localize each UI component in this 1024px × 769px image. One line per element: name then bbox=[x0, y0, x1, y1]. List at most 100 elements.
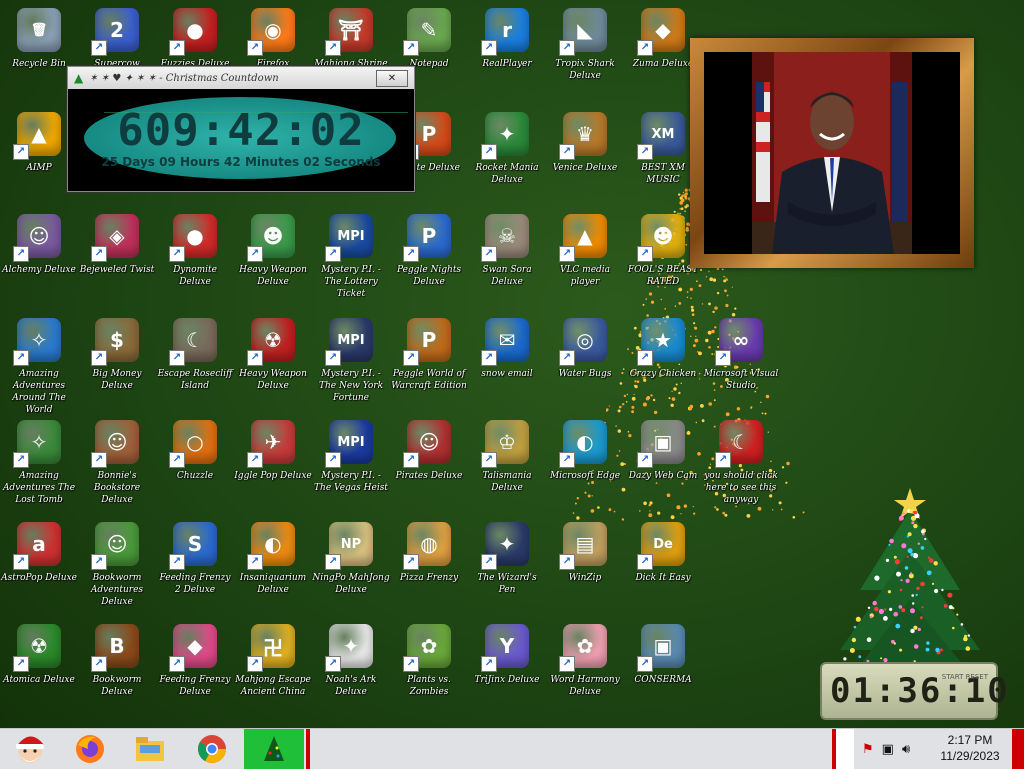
desktop-icon[interactable]: ☢ ↗ Heavy Weapon Deluxe bbox=[234, 316, 312, 392]
desktop-icon[interactable]: ◣ ↗ Tropix Shark Deluxe bbox=[546, 6, 624, 82]
sparkle-dot bbox=[660, 298, 663, 301]
desktop-icon[interactable]: r ↗ RealPlayer bbox=[468, 6, 546, 70]
countdown-titlebar[interactable]: ▲ ✶ ✶ ♥ ✦ ✶ ✶ - Christmas Countdown ✕ bbox=[68, 67, 414, 89]
desktop-icon[interactable]: NP ↗ NingPo MahJong Deluxe bbox=[312, 520, 390, 596]
desktop-icon[interactable]: ☠ ↗ Swan Sora Deluxe bbox=[468, 212, 546, 288]
shortcut-arrow-icon: ↗ bbox=[403, 246, 419, 262]
shortcut-arrow-icon: ↗ bbox=[13, 554, 29, 570]
bonnie-icon: ☺ ↗ bbox=[91, 420, 139, 468]
desktop-icon-label: The Wizard's Pen bbox=[477, 573, 537, 595]
desktop-icon[interactable]: ● ↗ Fuzzies Deluxe bbox=[156, 6, 234, 70]
desktop-icon-label: Word Harmony Deluxe bbox=[550, 675, 620, 697]
sparkle-dot bbox=[622, 403, 625, 406]
shortcut-arrow-icon: ↗ bbox=[559, 452, 575, 468]
desktop-icon[interactable]: De ↗ Dick It Easy bbox=[624, 520, 702, 584]
desktop-icon[interactable]: ∞ ↗ Microsoft Visual Studio bbox=[702, 316, 780, 392]
desktop-icon[interactable]: ☾ ↗ Escape Rosecliff Island bbox=[156, 316, 234, 392]
desktop-icon[interactable]: ○ ↗ Chuzzle bbox=[156, 418, 234, 482]
desktop-icon[interactable]: ◎ ↗ Water Bugs bbox=[546, 316, 624, 380]
shortcut-arrow-icon: ↗ bbox=[637, 144, 653, 160]
desktop-icon[interactable]: MPI ↗ Mystery P.I. - The Lottery Ticket bbox=[312, 212, 390, 300]
desktop-icon[interactable]: ▣ ↗ CONSERMA bbox=[624, 622, 702, 686]
desktop-icon[interactable]: S ↗ Feeding Frenzy 2 Deluxe bbox=[156, 520, 234, 596]
desktop-icon[interactable]: ▣ ↗ Dazy Web Cam bbox=[624, 418, 702, 482]
desktop-icon[interactable]: ☺ ↗ Alchemy Deluxe bbox=[0, 212, 78, 276]
desktop-icon[interactable]: a ↗ AstroPop Deluxe bbox=[0, 520, 78, 584]
desktop-icon[interactable]: ☺ ↗ Bookworm Adventures Deluxe bbox=[78, 520, 156, 608]
desktop-icon[interactable]: ☾ ↗ you should click here to see this anyw… bbox=[702, 418, 780, 506]
dragon-icon: ☾ ↗ bbox=[715, 420, 763, 468]
desktop-icon[interactable]: 卍 ↗ Mahjong Escape Ancient China bbox=[234, 622, 312, 698]
desktop-icon[interactable]: Y ↗ TriJinx Deluxe bbox=[468, 622, 546, 686]
security-flag-icon[interactable]: ⚑ bbox=[862, 742, 874, 757]
desktop-icon[interactable]: ♔ ↗ Talismania Deluxe bbox=[468, 418, 546, 494]
shortcut-arrow-icon: ↗ bbox=[403, 452, 419, 468]
timer-controls-label[interactable]: START RESET bbox=[942, 672, 988, 682]
desktop-icon[interactable]: MPI ↗ Mystery P.I. - The New York Fortune bbox=[312, 316, 390, 404]
desktop-icon[interactable]: ✉ ↗ snow email bbox=[468, 316, 546, 380]
sparkle-dot bbox=[634, 380, 637, 383]
desktop-icon[interactable]: ◉ ↗ Firefox bbox=[234, 6, 312, 70]
desktop-icon[interactable]: ✎ ↗ Notepad bbox=[390, 6, 468, 70]
taskbar-firefox[interactable] bbox=[60, 729, 120, 769]
sparkle-dot bbox=[708, 302, 711, 306]
desktop-icon[interactable]: MPI ↗ Mystery P.I. - The Vegas Heist bbox=[312, 418, 390, 494]
desktop-icon[interactable]: B ↗ Bookworm Deluxe bbox=[78, 622, 156, 698]
countdown-window[interactable]: ▲ ✶ ✶ ♥ ✦ ✶ ✶ - Christmas Countdown ✕ 60… bbox=[67, 66, 415, 192]
desktop-icon[interactable]: ☺ ↗ Pirates Deluxe bbox=[390, 418, 468, 482]
desktop-icon[interactable]: P ↗ Peggle World of Warcraft Edition bbox=[390, 316, 468, 392]
sparkle-dot bbox=[597, 506, 600, 509]
desktop-icon[interactable]: 🗑 Recycle Bin bbox=[0, 6, 78, 70]
tree-light bbox=[920, 581, 925, 587]
sparkle-dot bbox=[639, 510, 641, 512]
desktop-icon[interactable]: ▤ ↗ WinZip bbox=[546, 520, 624, 584]
desktop-icon[interactable]: ◆ ↗ Feeding Frenzy Deluxe bbox=[156, 622, 234, 698]
sparkle-dot bbox=[713, 399, 716, 402]
desktop-icon[interactable]: ✦ ↗ Noah's Ark Deluxe bbox=[312, 622, 390, 698]
desktop-icon[interactable]: ✧ ↗ Amazing Adventures The Lost Tomb bbox=[0, 418, 78, 506]
tree-light bbox=[952, 626, 955, 630]
network-icon[interactable]: ▣ bbox=[882, 742, 894, 757]
desktop-icon[interactable]: ◍ ↗ Pizza Frenzy bbox=[390, 520, 468, 584]
desktop-icon[interactable]: ★ ↗ Crazy Chicken bbox=[624, 316, 702, 380]
desktop-icon[interactable]: ☺ ↗ Bonnie's Bookstore Deluxe bbox=[78, 418, 156, 506]
desktop-icon[interactable]: $ ↗ Big Money Deluxe bbox=[78, 316, 156, 392]
desktop-icon[interactable]: ✿ ↗ Plants vs. Zombies bbox=[390, 622, 468, 698]
desktop-icon[interactable]: ● ↗ Dynomite Deluxe bbox=[156, 212, 234, 288]
photo-frame-widget[interactable] bbox=[690, 38, 974, 268]
iggle-pop-icon: ✈ ↗ bbox=[247, 420, 295, 468]
desktop-icon[interactable]: P ↗ Peggle Nights Deluxe bbox=[390, 212, 468, 288]
desktop-icon[interactable]: ⛩ ↗ Mahjong Shrine bbox=[312, 6, 390, 70]
sparkle-dot bbox=[678, 302, 682, 305]
shortcut-arrow-icon: ↗ bbox=[325, 656, 341, 672]
desktop-icon[interactable]: ◈ ↗ Bejeweled Twist bbox=[78, 212, 156, 276]
desktop-icon[interactable]: ▲ ↗ VLC media player bbox=[546, 212, 624, 288]
taskbar-file-explorer[interactable] bbox=[120, 729, 180, 769]
desktop-icon[interactable]: ☻ ↗ Heavy Weapon Deluxe bbox=[234, 212, 312, 288]
tree-light bbox=[927, 556, 930, 559]
desktop-icon[interactable]: ☢ ↗ Atomica Deluxe bbox=[0, 622, 78, 686]
taskbar-christmas-app[interactable] bbox=[244, 729, 304, 769]
taskbar-chrome[interactable] bbox=[182, 729, 242, 769]
gnome-icon: ☻ ↗ bbox=[247, 214, 295, 262]
tree-light bbox=[921, 606, 924, 609]
desktop-icon[interactable]: ✈ ↗ Iggle Pop Deluxe bbox=[234, 418, 312, 482]
sparkle-dot bbox=[721, 268, 724, 271]
speaker-icon[interactable]: 🔊︎ bbox=[902, 742, 910, 757]
show-desktop-button[interactable] bbox=[1012, 729, 1024, 769]
desktop-icon[interactable]: ◐ ↗ Microsoft Edge bbox=[546, 418, 624, 482]
pvz-icon: ✿ ↗ bbox=[403, 624, 451, 672]
christmas-timer-display[interactable]: 01:36:10 START RESET bbox=[820, 662, 1008, 720]
desktop-icon[interactable]: ◐ ↗ Insaniquarium Deluxe bbox=[234, 520, 312, 596]
taskbar-clock[interactable]: 2:17 PM 11/29/2023 bbox=[938, 732, 1002, 764]
sparkle-dot bbox=[626, 393, 629, 396]
sparkle-dot bbox=[619, 382, 623, 385]
desktop-icon[interactable]: ✧ ↗ Amazing Adventures Around The World bbox=[0, 316, 78, 416]
desktop-icon[interactable]: ✦ ↗ The Wizard's Pen bbox=[468, 520, 546, 596]
desktop-icon[interactable]: ♛ ↗ Venice Deluxe bbox=[546, 110, 624, 174]
desktop-icon[interactable]: ✿ ↗ Word Harmony Deluxe bbox=[546, 622, 624, 698]
sparkle-dot bbox=[642, 303, 645, 306]
start-button[interactable] bbox=[0, 729, 60, 769]
desktop-icon[interactable]: ✦ ↗ Rocket Mania Deluxe bbox=[468, 110, 546, 186]
close-button[interactable]: ✕ bbox=[376, 70, 408, 87]
